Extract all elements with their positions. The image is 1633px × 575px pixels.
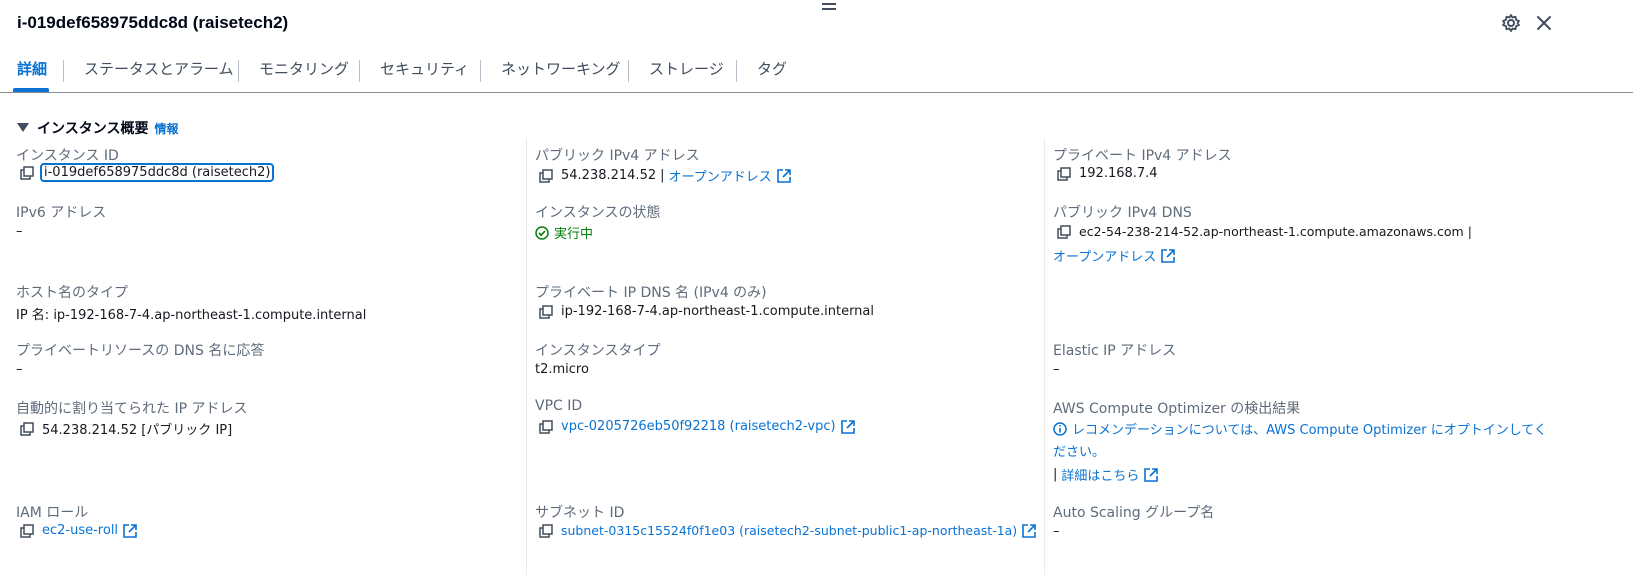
tab-divider xyxy=(359,60,360,82)
copy-icon[interactable] xyxy=(20,421,34,436)
tab-divider xyxy=(63,60,64,82)
tab-monitoring[interactable]: モニタリング xyxy=(259,58,349,79)
gear-icon[interactable] xyxy=(1501,13,1521,33)
vpc-id-label: VPC ID xyxy=(535,398,583,414)
instance-id-value-row: i-019def658975ddc8d (raisetech2) xyxy=(20,163,275,182)
instance-state-value: 実行中 xyxy=(554,227,594,242)
external-link-icon[interactable] xyxy=(1022,523,1037,538)
private-ipv4-value: 192.168.7.4 xyxy=(1079,166,1158,181)
hostname-type-label: ホスト名のタイプ xyxy=(16,285,128,301)
vpc-id-value-row: vpc-0205726eb50f92218 (raisetech2-vpc) xyxy=(539,419,855,434)
instance-id-value: i-019def658975ddc8d (raisetech2) xyxy=(39,163,275,182)
public-ipv4-value-row: 54.238.214.52 | オープンアドレス xyxy=(539,166,791,185)
private-ipv4-label: プライベート IPv4 アドレス xyxy=(1053,148,1232,164)
private-resource-dns-value: – xyxy=(16,362,23,377)
tab-divider xyxy=(736,60,737,82)
copy-icon[interactable] xyxy=(20,523,34,538)
asg-value: – xyxy=(1053,524,1060,539)
tabs-border xyxy=(0,92,1633,93)
info-circle-icon xyxy=(1053,421,1067,436)
learn-more-link[interactable]: 詳細はこちら xyxy=(1061,465,1139,484)
iam-role-link[interactable]: ec2-use-roll xyxy=(42,523,118,538)
section-title: インスタンス概要 xyxy=(37,121,149,137)
auto-ip-value-row: 54.238.214.52 [パブリック IP] xyxy=(20,419,232,438)
instance-type-label: インスタンスタイプ xyxy=(535,343,661,359)
public-ipv4-value: 54.238.214.52 xyxy=(561,168,657,183)
instance-summary-toggle[interactable]: インスタンス概要 情報 xyxy=(17,118,178,138)
tab-divider xyxy=(480,60,481,82)
elastic-ip-label: Elastic IP アドレス xyxy=(1053,343,1177,359)
separator: | xyxy=(1053,467,1058,482)
instance-type-value: t2.micro xyxy=(535,362,589,377)
instance-state-value-row: 実行中 xyxy=(535,223,593,242)
hostname-type-value: IP 名: ip-192-168-7-4.ap-northeast-1.comp… xyxy=(16,308,367,323)
tab-security[interactable]: セキュリティ xyxy=(380,58,469,79)
external-link-icon[interactable] xyxy=(1161,248,1176,263)
private-dns-value-row: ip-192-168-7-4.ap-northeast-1.compute.in… xyxy=(539,304,874,319)
tab-storage[interactable]: ストレージ xyxy=(649,58,724,79)
external-link-icon[interactable] xyxy=(123,523,137,538)
copy-icon[interactable] xyxy=(539,168,553,183)
elastic-ip-value: – xyxy=(1053,362,1060,377)
page-title: i-019def658975ddc8d (raisetech2) xyxy=(17,13,289,32)
separator: | xyxy=(1467,224,1472,239)
optimizer-line2-row: ださい。 xyxy=(1053,441,1105,460)
optimizer-opt-in-link[interactable]: レコメンデーションについては、AWS Compute Optimizer にオプ… xyxy=(1072,419,1547,438)
copy-icon[interactable] xyxy=(1057,224,1071,239)
separator: | xyxy=(660,168,665,183)
tab-networking[interactable]: ネットワーキング xyxy=(501,58,621,79)
tab-status-alarms[interactable]: ステータスとアラーム xyxy=(84,58,234,79)
private-ipv4-value-row: 192.168.7.4 xyxy=(1057,166,1158,181)
close-icon[interactable] xyxy=(1534,13,1554,33)
tab-details[interactable]: 詳細 xyxy=(17,58,47,79)
public-dns-open-row: オープンアドレス xyxy=(1053,246,1176,265)
instance-state-label: インスタンスの状態 xyxy=(535,205,661,221)
optimizer-label: AWS Compute Optimizer の検出結果 xyxy=(1053,401,1301,417)
private-dns-label: プライベート IP DNS 名 (IPv4 のみ) xyxy=(535,285,767,301)
asg-label: Auto Scaling グループ名 xyxy=(1053,505,1215,521)
public-dns-value-row: ec2-54-238-214-52.ap-northeast-1.compute… xyxy=(1057,224,1476,239)
iam-role-value-row: ec2-use-roll xyxy=(20,523,137,538)
column-divider xyxy=(526,138,527,575)
column-divider xyxy=(1044,138,1045,575)
copy-icon[interactable] xyxy=(539,419,553,434)
auto-ip-label: 自動的に割り当てられた IP アドレス xyxy=(16,401,248,417)
optimizer-learn-more-row: | 詳細はこちら xyxy=(1053,465,1159,484)
optimizer-opt-in-link-cont[interactable]: ださい。 xyxy=(1053,441,1105,460)
external-link-icon[interactable] xyxy=(776,168,791,183)
check-circle-icon xyxy=(535,225,549,240)
public-ipv4-label: パブリック IPv4 アドレス xyxy=(535,148,700,164)
ipv6-label: IPv6 アドレス xyxy=(16,205,107,221)
private-dns-value: ip-192-168-7-4.ap-northeast-1.compute.in… xyxy=(561,304,875,319)
external-link-icon[interactable] xyxy=(1144,467,1159,482)
copy-icon[interactable] xyxy=(539,304,553,319)
public-dns-value: ec2-54-238-214-52.ap-northeast-1.compute… xyxy=(1079,224,1464,239)
auto-ip-value: 54.238.214.52 [パブリック IP] xyxy=(42,423,233,438)
tab-divider xyxy=(238,60,239,82)
caret-down-icon xyxy=(17,123,29,132)
copy-icon[interactable] xyxy=(1057,166,1071,181)
subnet-id-label: サブネット ID xyxy=(535,505,625,521)
public-dns-label: パブリック IPv4 DNS xyxy=(1053,205,1192,221)
copy-icon[interactable] xyxy=(539,523,553,538)
ipv6-value: – xyxy=(16,224,23,239)
external-link-icon[interactable] xyxy=(840,419,855,434)
private-resource-dns-label: プライベートリソースの DNS 名に応答 xyxy=(16,343,265,359)
subnet-id-value-row: subnet-0315c15524f0f1e03 (raisetech2-sub… xyxy=(539,523,1037,538)
vpc-id-link[interactable]: vpc-0205726eb50f92218 (raisetech2-vpc) xyxy=(561,419,836,434)
panel-resize-handle[interactable] xyxy=(822,0,836,12)
tab-divider xyxy=(628,60,629,82)
public-ipv4-open-link[interactable]: オープンアドレス xyxy=(669,166,772,185)
iam-role-label: IAM ロール xyxy=(16,505,89,521)
optimizer-line1-row: レコメンデーションについては、AWS Compute Optimizer にオプ… xyxy=(1053,419,1547,438)
info-link[interactable]: 情報 xyxy=(154,122,178,136)
public-dns-open-link[interactable]: オープンアドレス xyxy=(1053,246,1156,265)
tab-tags[interactable]: タグ xyxy=(757,58,787,79)
copy-icon[interactable] xyxy=(20,165,34,180)
instance-id-label: インスタンス ID xyxy=(16,148,119,164)
subnet-id-link[interactable]: subnet-0315c15524f0f1e03 (raisetech2-sub… xyxy=(561,523,1017,538)
